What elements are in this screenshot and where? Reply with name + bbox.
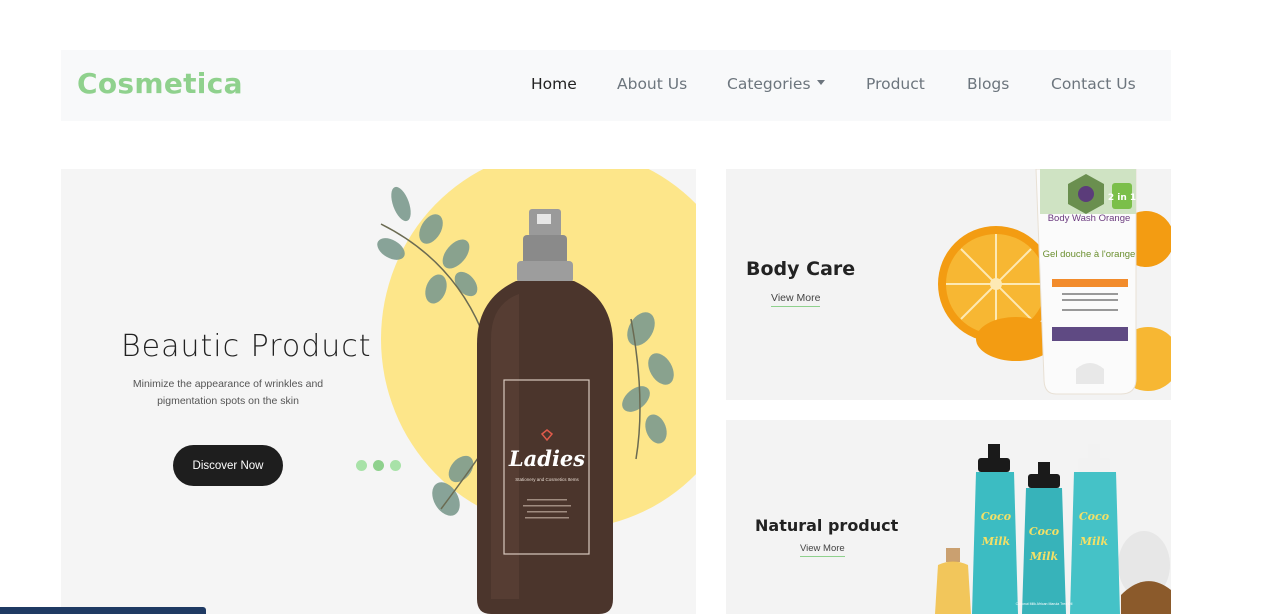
nav-about-us[interactable]: About Us <box>617 75 687 93</box>
tube-text-2: Gel douche à l'orange <box>1043 249 1136 260</box>
svg-text:Milk: Milk <box>981 535 1011 548</box>
natural-product-image: Coco Coco Coco Milk Milk Milk Coconut Mi… <box>935 444 1171 614</box>
bottle-text: Coconut Milk African Marula Tree Oil <box>1016 602 1073 606</box>
body-care-product-image: 2 in 1 Body Wash Orange Gel douche à l'o… <box>938 169 1171 395</box>
svg-text:Coco: Coco <box>1029 525 1059 538</box>
tube-badge-text: 2 in 1 <box>1108 193 1136 203</box>
slider-dot-3[interactable] <box>390 460 401 471</box>
status-bar-fragment <box>0 607 206 614</box>
slider-dot-2[interactable] <box>373 460 384 471</box>
discover-now-button[interactable]: Discover Now <box>173 445 283 486</box>
nav-home[interactable]: Home <box>531 75 577 93</box>
body-care-title: Body Care <box>746 258 856 280</box>
nav-contact-us[interactable]: Contact Us <box>1051 75 1136 93</box>
chevron-down-icon <box>816 80 825 85</box>
body-care-view-more-link[interactable]: View More <box>771 292 821 307</box>
slider-dot-1[interactable] <box>356 460 367 471</box>
bottle-label-text: Ladies <box>508 446 585 471</box>
svg-text:Coco: Coco <box>981 510 1011 523</box>
nav-categories[interactable]: Categories <box>727 75 825 93</box>
slider-indicators <box>356 460 401 471</box>
svg-text:Coco: Coco <box>1079 510 1109 523</box>
promo-card-natural-product: Coco Coco Coco Milk Milk Milk Coconut Mi… <box>726 420 1171 614</box>
natural-product-view-more-link[interactable]: View More <box>800 543 845 557</box>
navbar: Cosmetica Home About Us Categories Produ… <box>61 50 1171 121</box>
hero-product-image: Ladies Stationery and Cosmetics Items <box>377 169 696 614</box>
svg-text:Milk: Milk <box>1029 550 1059 563</box>
brand-logo[interactable]: Cosmetica <box>77 67 243 100</box>
hero-subtitle: Minimize the appearance of wrinkles and … <box>132 378 324 407</box>
hero-slider: Ladies Stationery and Cosmetics Items Be… <box>61 169 696 614</box>
promo-card-body-care: 2 in 1 Body Wash Orange Gel douche à l'o… <box>726 169 1171 400</box>
nav-product[interactable]: Product <box>866 75 925 93</box>
nav-categories-label: Categories <box>727 75 811 93</box>
bottle-label-subtext: Stationery and Cosmetics Items <box>515 477 579 482</box>
natural-product-title: Natural product <box>755 516 899 535</box>
nav-blogs[interactable]: Blogs <box>967 75 1009 93</box>
tube-text-1: Body Wash Orange <box>1048 213 1131 224</box>
svg-text:Milk: Milk <box>1079 535 1109 548</box>
hero-title: Beautic Product <box>121 329 372 364</box>
